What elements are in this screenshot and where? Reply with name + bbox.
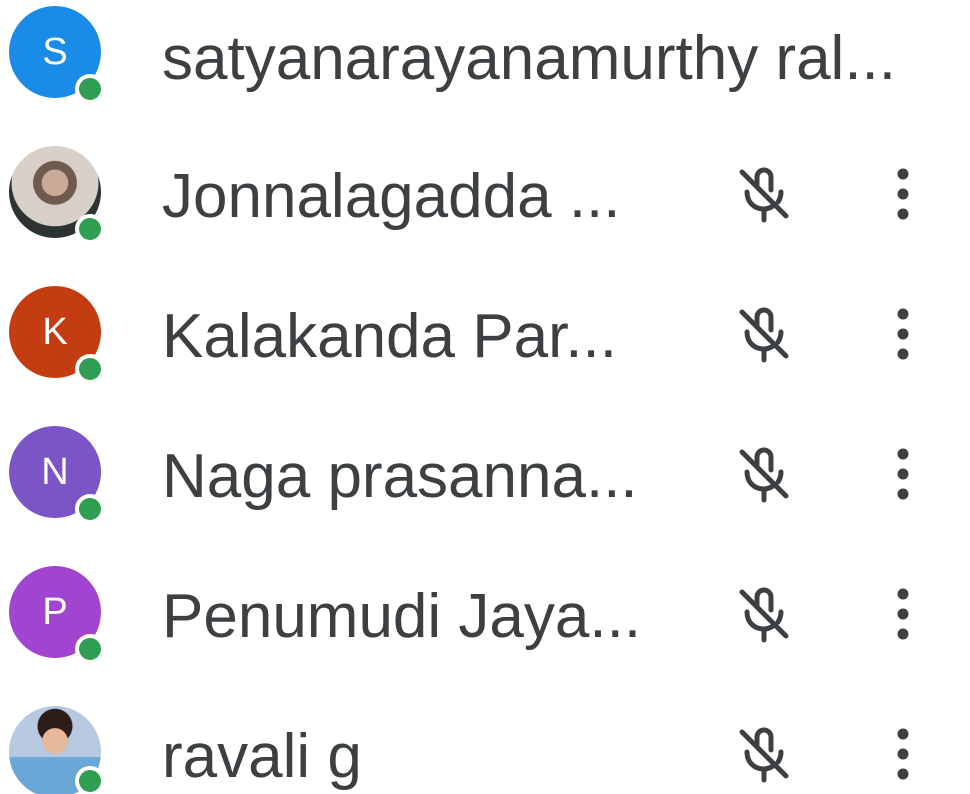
mic-off-icon[interactable] [732,302,796,366]
online-status-dot [75,74,105,104]
participant-row[interactable]: ravali g [0,690,970,794]
participant-row[interactable]: P Penumudi Jaya... [0,550,970,670]
avatar-initial: S [42,30,68,73]
participant-name: Kalakanda Par... [162,302,617,371]
avatar-initial: P [42,590,68,633]
more-vert-icon[interactable] [888,302,918,366]
online-status-dot [75,634,105,664]
participant-name: Penumudi Jaya... [162,582,642,651]
participant-row[interactable]: S satyanarayanamurthy ral... [0,0,970,120]
online-status-dot [75,354,105,384]
participant-row[interactable]: Jonnalagadda ... [0,130,970,250]
more-vert-icon[interactable] [888,162,918,226]
mic-off-icon[interactable] [732,582,796,646]
participant-list: S satyanarayanamurthy ral... Jonnalagadd… [0,0,970,794]
online-status-dot [75,494,105,524]
online-status-dot [75,214,105,244]
more-vert-icon[interactable] [888,582,918,646]
more-vert-icon[interactable] [888,442,918,506]
participant-row[interactable]: K Kalakanda Par... [0,270,970,390]
avatar-initial: N [41,450,69,493]
online-status-dot [75,766,105,794]
more-vert-icon[interactable] [888,722,918,786]
participant-row[interactable]: N Naga prasanna... [0,410,970,530]
mic-off-icon[interactable] [732,442,796,506]
participant-name: Naga prasanna... [162,442,638,511]
mic-off-icon[interactable] [732,162,796,226]
mic-off-icon[interactable] [732,722,796,786]
participant-name: satyanarayanamurthy ral... [162,24,897,93]
avatar-initial: K [42,310,68,353]
participant-name: ravali g [162,722,362,791]
participant-name: Jonnalagadda ... [162,162,621,231]
